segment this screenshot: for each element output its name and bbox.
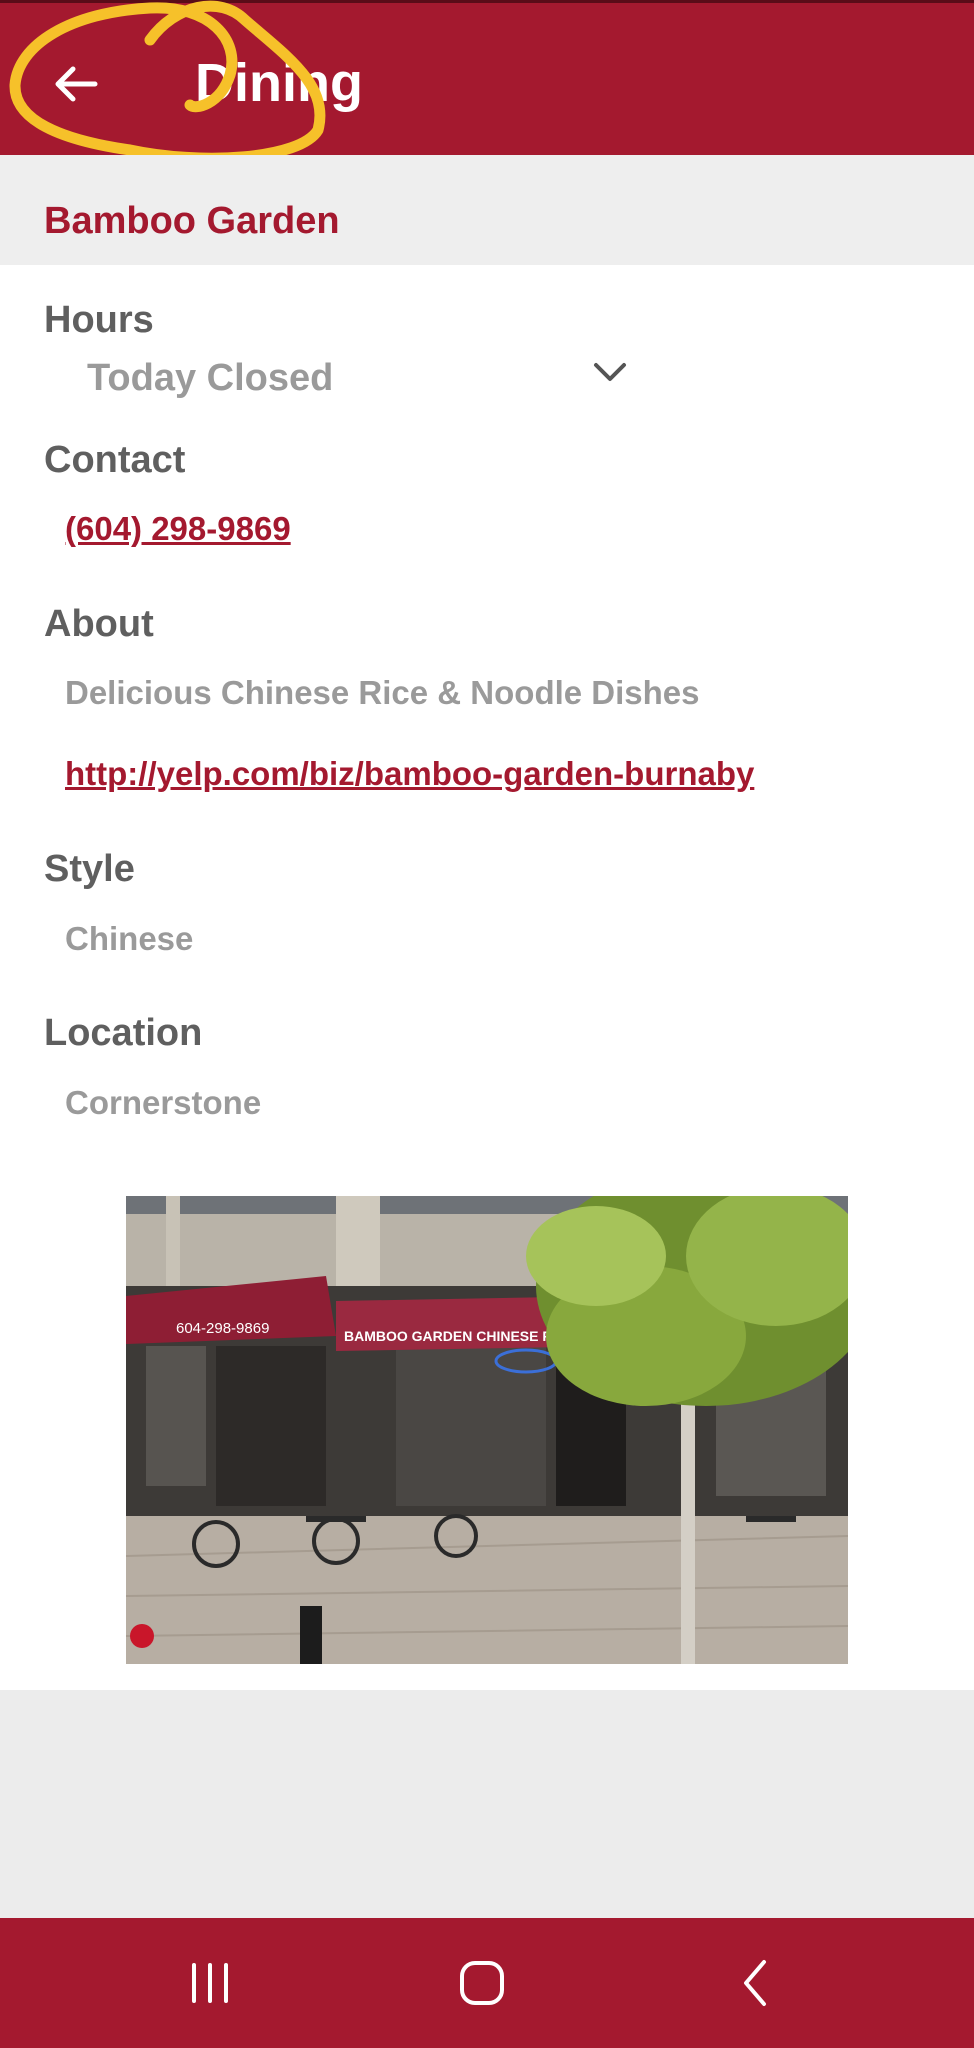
hours-value: Today Closed <box>87 357 334 399</box>
recent-apps-button[interactable] <box>160 1948 260 2018</box>
hours-expand-button[interactable] <box>587 352 633 392</box>
system-navigation-bar <box>0 1918 974 2048</box>
contact-label: Contact <box>44 439 186 481</box>
back-button[interactable] <box>40 48 112 120</box>
home-button[interactable] <box>432 1948 532 2018</box>
recent-apps-icon <box>192 1963 228 2003</box>
hours-label: Hours <box>44 299 154 341</box>
location-label: Location <box>44 1012 203 1054</box>
screen: Dining Bamboo Garden Hours Today Closed … <box>0 0 974 2048</box>
style-value: Chinese <box>65 920 194 957</box>
back-chevron-icon <box>744 1960 766 2006</box>
phone-link[interactable]: (604) 298-9869 <box>65 508 291 550</box>
location-value: Cornerstone <box>65 1084 262 1121</box>
restaurant-name: Bamboo Garden <box>44 200 340 242</box>
yelp-link[interactable]: http://yelp.com/biz/bamboo-garden-burnab… <box>65 753 754 795</box>
restaurant-photo: 604-298-9869 BAMBOO GARDEN CHINESE RESTA… <box>126 1196 848 1664</box>
about-label: About <box>44 603 154 645</box>
arrow-left-icon <box>55 66 98 102</box>
about-description: Delicious Chinese Rice & Noodle Dishes <box>65 674 700 711</box>
app-bar: Dining <box>0 0 974 155</box>
system-back-button[interactable] <box>706 1948 806 2018</box>
home-icon <box>460 1961 504 2005</box>
style-label: Style <box>44 848 135 890</box>
page-title: Dining <box>195 53 363 113</box>
chevron-down-icon <box>594 363 626 381</box>
storefront-image: 604-298-9869 BAMBOO GARDEN CHINESE RESTA… <box>126 1196 848 1664</box>
awning-phone: 604-298-9869 <box>176 1320 269 1337</box>
